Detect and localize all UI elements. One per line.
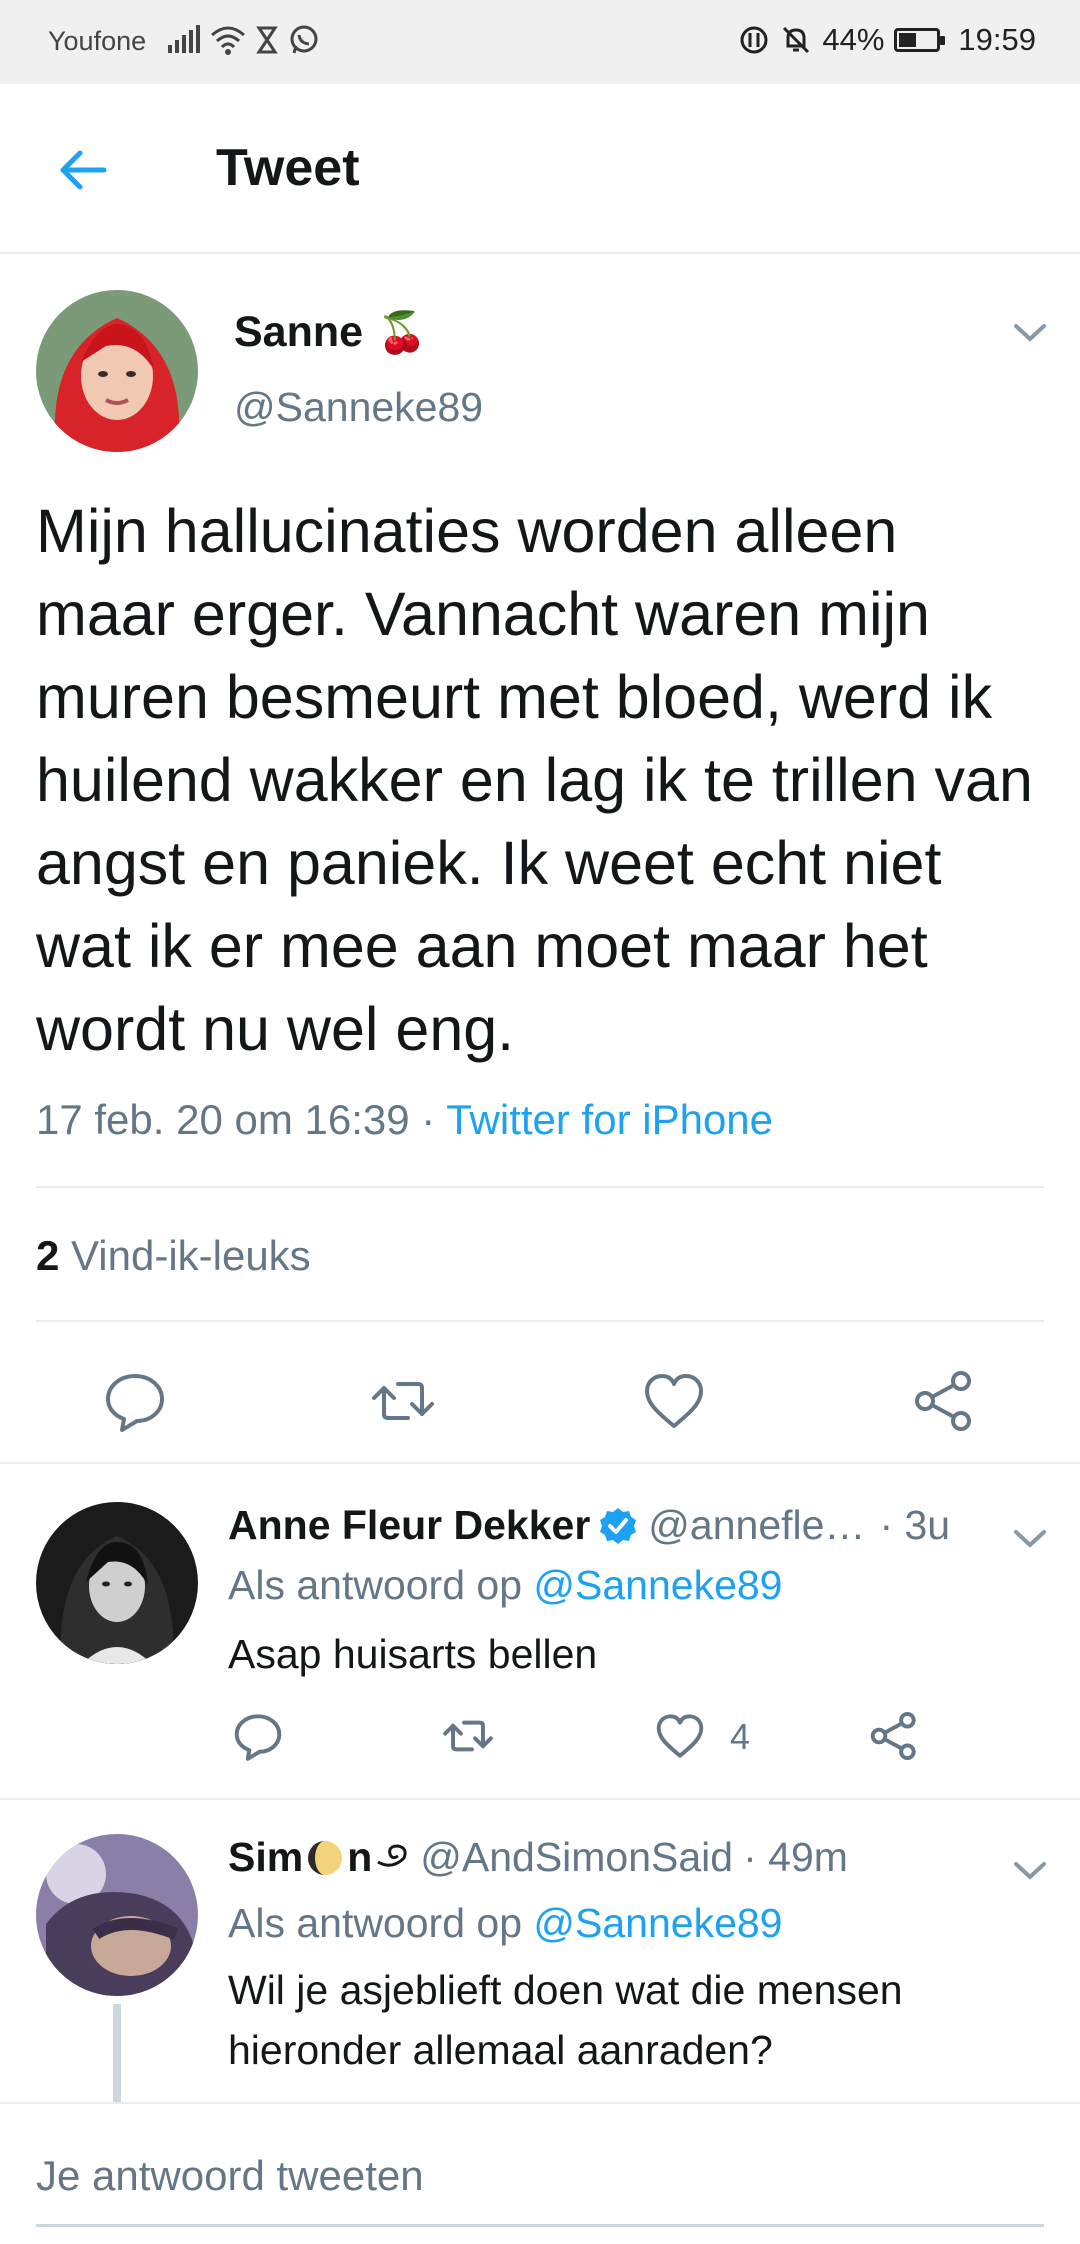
reply-compose-bar[interactable]: Je antwoord tweeten — [0, 2102, 1080, 2244]
page-title: Tweet — [216, 139, 360, 197]
reply-header: Anne Fleur Dekker @annefle… · 3u — [228, 1502, 950, 1549]
meta-separator: · — [409, 1096, 447, 1143]
tweet-meta: 17 feb. 20 om 16:39 · Twitter for iPhone — [36, 1096, 773, 1144]
reply-input-placeholder[interactable]: Je antwoord tweeten — [36, 2152, 424, 2200]
chevron-down-icon[interactable] — [1012, 322, 1048, 344]
likes-row[interactable]: 2 Vind-ik-leuks — [36, 1232, 311, 1280]
signal-icon — [168, 25, 200, 53]
verified-badge-icon — [600, 1507, 637, 1544]
avatar[interactable] — [36, 1834, 198, 1996]
like-count: 4 — [730, 1716, 751, 1757]
battery-percent: 44% — [822, 22, 885, 57]
reply-text: Asap huisarts bellen — [228, 1631, 598, 1677]
avatar[interactable] — [36, 290, 198, 452]
reply-author-name-part[interactable]: n — [347, 1834, 372, 1881]
data-saver-icon — [740, 26, 768, 54]
back-arrow-icon[interactable] — [54, 140, 114, 200]
battery-icon — [894, 28, 946, 52]
reply-item[interactable]: Sim n @AndSimonSaid · 49m Als antwoord o… — [0, 1798, 1080, 2102]
replying-to: Als antwoord op @Sanneke89 — [228, 1900, 783, 1947]
heart-icon[interactable] — [654, 1710, 706, 1762]
tweet-author-name[interactable]: Sanne 🍒 — [234, 308, 427, 357]
spiral-shell-icon — [377, 1843, 407, 1867]
tweet-author-avatar[interactable] — [36, 290, 198, 452]
reply-time: · 3u — [879, 1502, 951, 1548]
wifi-icon — [211, 26, 245, 55]
heart-icon[interactable] — [641, 1368, 707, 1434]
replying-mention-link[interactable]: @Sanneke89 — [533, 1562, 782, 1608]
replying-to: Als antwoord op @Sanneke89 — [228, 1562, 783, 1609]
moon-icon — [308, 1840, 343, 1875]
app-header: Tweet — [0, 84, 1080, 254]
reply-icon[interactable] — [102, 1368, 168, 1434]
reply-item[interactable]: Anne Fleur Dekker @annefle… · 3u Als ant… — [0, 1462, 1080, 1798]
replying-prefix: Als antwoord op — [228, 1900, 534, 1946]
author-name[interactable]: Sanne — [234, 308, 363, 357]
carrier-label: Youfone — [48, 26, 147, 56]
clock: 19:59 — [958, 22, 1036, 57]
tweet-source-link[interactable]: Twitter for iPhone — [446, 1096, 773, 1143]
reply-author-name-part[interactable]: Sim — [228, 1834, 303, 1881]
replying-mention-link[interactable]: @Sanneke89 — [533, 1900, 782, 1946]
input-underline — [36, 2224, 1044, 2227]
likes-count: 2 — [36, 1232, 60, 1279]
divider — [36, 1186, 1044, 1188]
replying-prefix: Als antwoord op — [228, 1562, 534, 1608]
thread-line — [113, 2004, 121, 2102]
notifications-off-icon — [783, 26, 810, 54]
whatsapp-icon — [290, 25, 318, 54]
reply-author-handle[interactable]: @AndSimonSaid — [420, 1834, 733, 1881]
reply-time: · 49m — [743, 1834, 848, 1880]
status-bar: Youfone 44% 19:59 — [0, 0, 1080, 84]
tweet-text: Mijn hallucinaties worden alleen maar er… — [36, 497, 1033, 1063]
reply-author-name[interactable]: Anne Fleur Dekker — [228, 1502, 590, 1549]
hourglass-icon — [256, 26, 278, 54]
likes-label: Vind-ik-leuks — [71, 1232, 311, 1279]
retweet-icon[interactable] — [442, 1710, 494, 1762]
retweet-icon[interactable] — [370, 1368, 436, 1434]
reply-icon[interactable] — [232, 1710, 284, 1762]
share-icon[interactable] — [868, 1710, 920, 1762]
cherry-emoji: 🍒 — [377, 311, 427, 355]
chevron-down-icon[interactable] — [1012, 1528, 1048, 1550]
tweet-action-bar — [0, 1346, 1080, 1466]
avatar[interactable] — [36, 1502, 198, 1664]
reply-action-bar: 4 — [228, 1710, 1008, 1780]
share-icon[interactable] — [911, 1368, 977, 1434]
tweet-timestamp: 17 feb. 20 om 16:39 — [36, 1096, 410, 1143]
reply-header: Sim n @AndSimonSaid · 49m — [228, 1834, 848, 1881]
tweet-author-handle[interactable]: @Sanneke89 — [234, 384, 483, 431]
reply-text: Wil je asjeblieft doen wat die mensen hi… — [228, 1967, 903, 2073]
divider — [36, 1320, 1044, 1322]
reply-author-handle[interactable]: @annefle… — [648, 1502, 865, 1549]
chevron-down-icon[interactable] — [1012, 1860, 1048, 1882]
